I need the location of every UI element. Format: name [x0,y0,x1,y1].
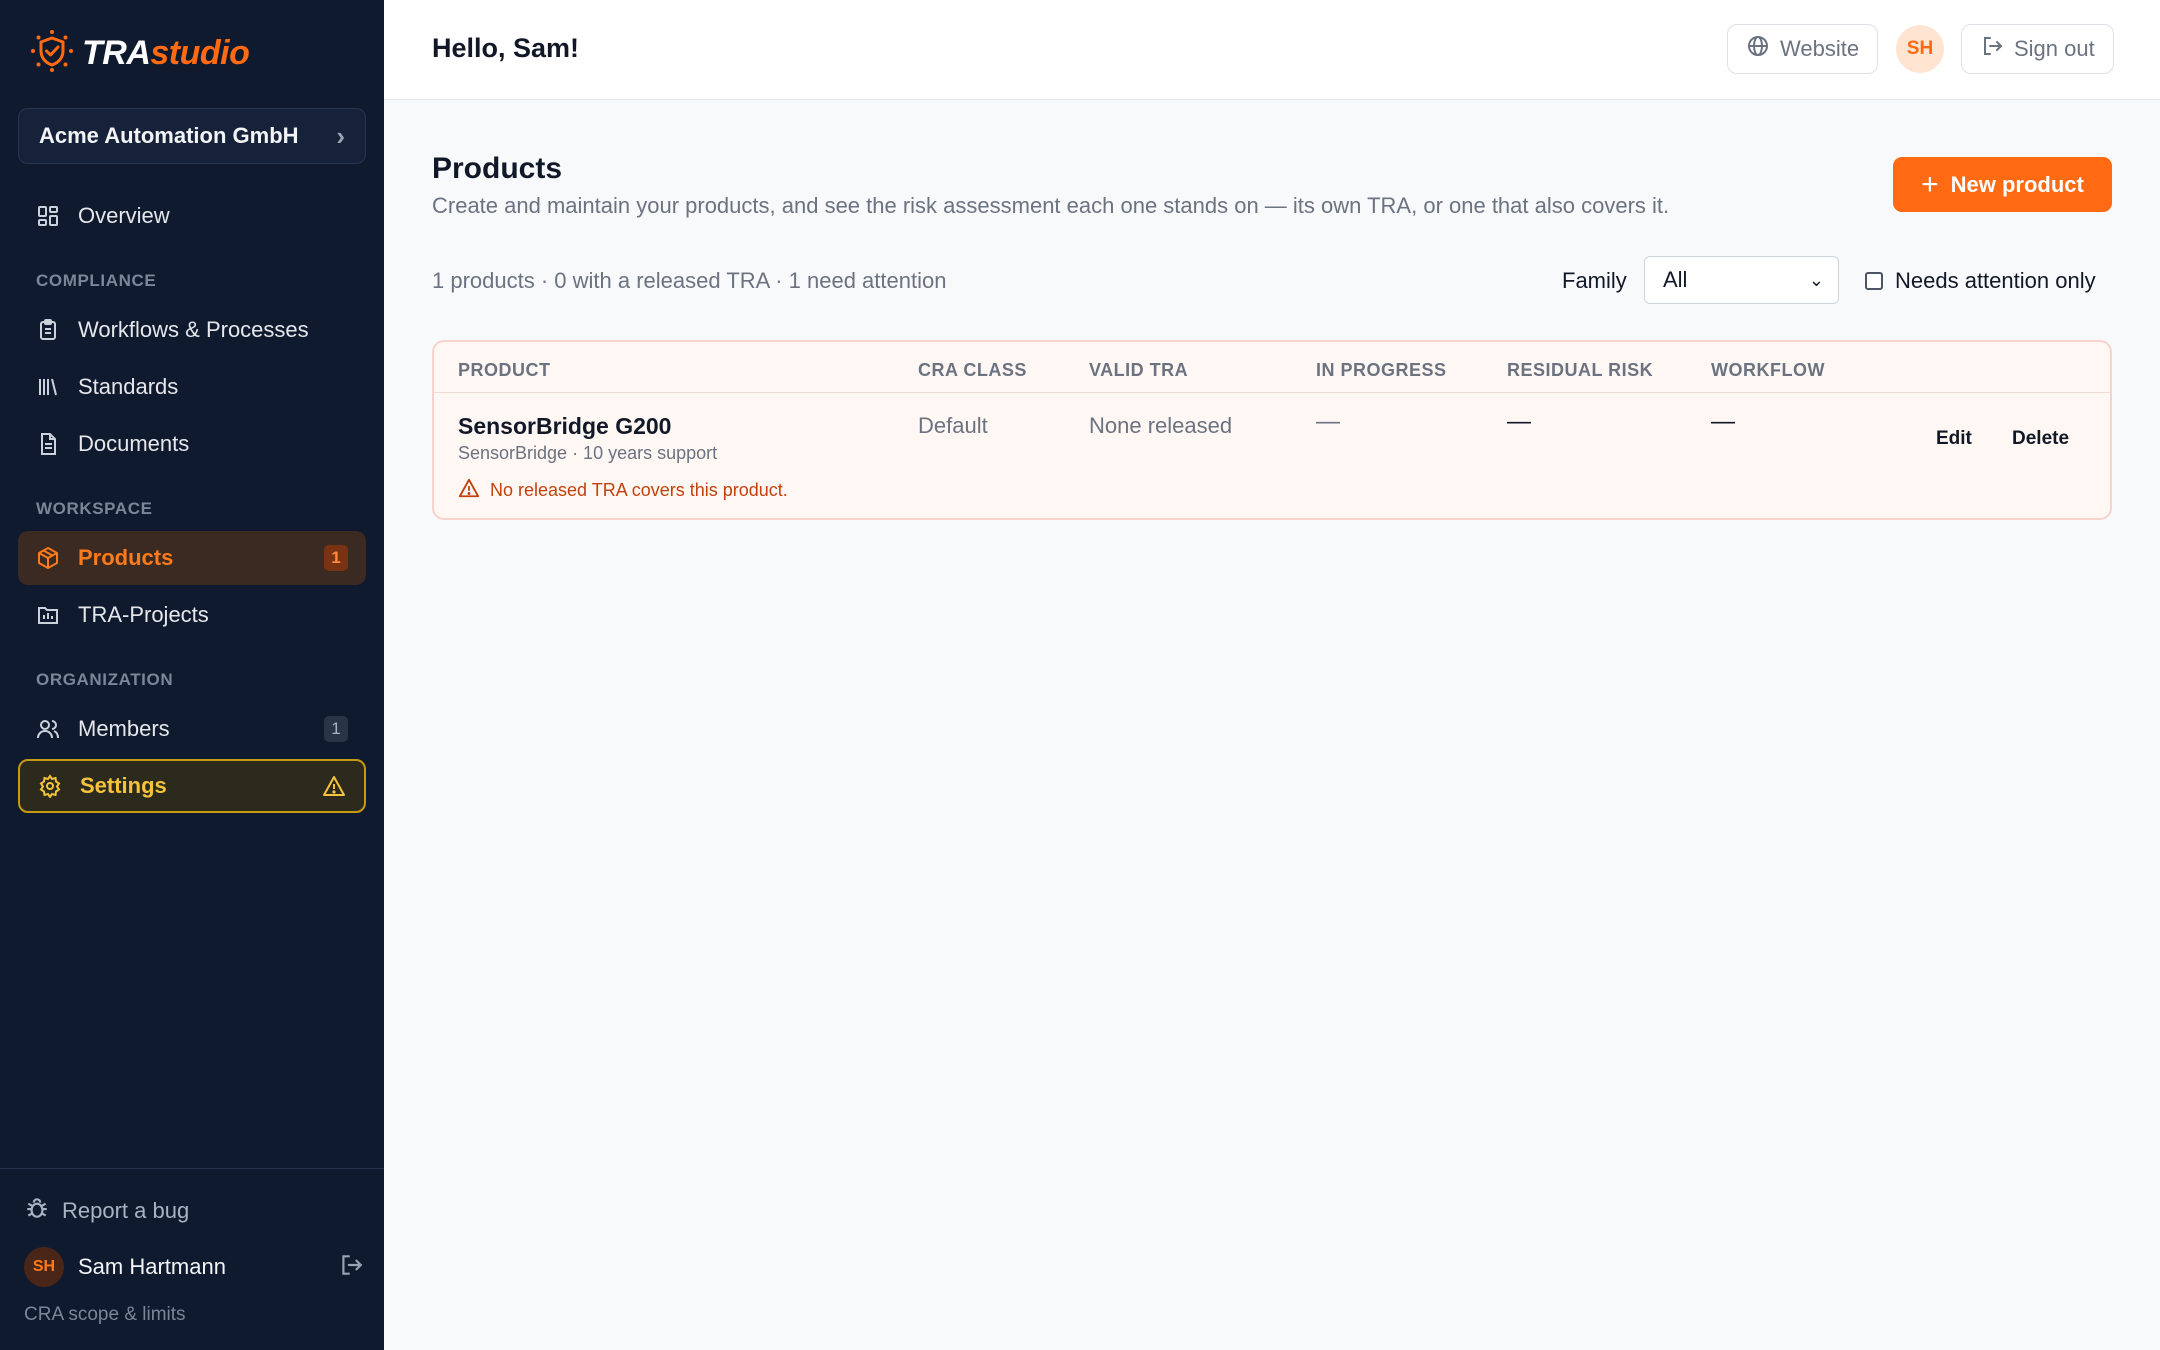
library-icon [36,375,60,399]
document-icon [36,432,60,456]
warning-icon [458,477,480,504]
current-user: SH Sam Hartmann [24,1246,364,1288]
column-header: PRODUCT [458,360,551,380]
website-button[interactable]: Website [1727,24,1879,74]
nav-tra-projects-label: TRA-Projects [78,602,209,627]
nav-documents-label: Documents [78,431,190,456]
nav-products[interactable]: Products 1 [18,531,366,585]
nav-overview-label: Overview [78,203,170,228]
sidebar-footer-divider [0,1168,384,1169]
nav-overview[interactable]: Overview [18,189,366,243]
column-header: CRA CLASS [918,360,1027,380]
residual-risk-cell: — [1507,408,1531,435]
chevron-right-icon: › [336,120,345,151]
edit-button[interactable]: Edit [1936,428,1972,450]
new-product-button[interactable]: + New product [1893,157,2112,212]
package-icon [36,546,60,570]
delete-button[interactable]: Delete [2012,428,2069,450]
avatar: SH [24,1247,64,1287]
product-subtitle: SensorBridge · 10 years support [458,443,718,463]
user-avatar[interactable]: SH [1896,25,1944,73]
products-count-badge: 1 [324,545,348,571]
clipboard-icon [36,318,60,342]
new-product-label: New product [1950,171,2084,197]
family-select-value: All [1663,267,1688,292]
logout-icon[interactable] [338,1252,364,1283]
page-title: Products [432,152,563,185]
nav-settings-label: Settings [80,773,167,798]
header-divider [434,392,2110,393]
dashboard-icon [36,204,60,228]
user-name: Sam Hartmann [78,1254,226,1279]
chevron-down-icon: ⌄ [1808,269,1824,290]
nav-section-workspace: WORKSPACE [36,499,153,518]
valid-tra-cell: None released [1089,413,1233,438]
needs-attention-label: Needs attention only [1895,268,2096,293]
bug-icon [24,1195,50,1227]
column-header: VALID TRA [1089,360,1189,380]
nav-standards[interactable]: Standards [18,360,366,414]
sign-out-label: Sign out [2014,36,2095,61]
logo[interactable]: TRAstudio [30,29,250,78]
column-header: RESIDUAL RISK [1507,360,1654,380]
products-table: PRODUCT CRA CLASS VALID TRA IN PROGRESS … [432,340,2112,520]
cra-scope-link[interactable]: CRA scope & limits [24,1304,186,1326]
product-warning: No released TRA covers this product. [458,477,788,504]
sign-out-icon [1980,34,2004,64]
warning-icon [322,774,346,798]
gear-icon [38,774,62,798]
folder-chart-icon [36,603,60,627]
website-label: Website [1780,36,1860,61]
members-count-badge: 1 [324,716,348,742]
family-filter-label: Family [1562,268,1627,293]
nav-section-compliance: COMPLIANCE [36,271,157,290]
needs-attention-checkbox[interactable] [1865,272,1883,290]
in-progress-cell: — [1316,408,1340,435]
org-name: Acme Automation GmbH [39,123,299,148]
report-bug-label: Report a bug [62,1198,190,1223]
cra-class-cell: Default [918,413,988,438]
nav-tra-projects[interactable]: TRA-Projects [18,588,366,642]
nav-settings[interactable]: Settings [18,759,366,813]
shield-logo-icon [30,29,74,78]
workflow-cell: — [1711,408,1735,435]
nav-standards-label: Standards [78,374,179,399]
nav-workflows-label: Workflows & Processes [78,317,309,342]
product-warning-text: No released TRA covers this product. [490,480,788,500]
nav-members[interactable]: Members 1 [18,702,366,756]
report-bug-link[interactable]: Report a bug [24,1195,189,1227]
nav-section-organization: ORGANIZATION [36,670,174,689]
sidebar: TRAstudio Acme Automation GmbH › Overvie… [0,0,384,1350]
greeting: Hello, Sam! [432,33,580,63]
org-switcher[interactable]: Acme Automation GmbH › [18,108,366,164]
sign-out-button[interactable]: Sign out [1961,24,2114,74]
brand-name: TRAstudio [82,33,250,72]
globe-icon [1746,34,1770,64]
products-summary: 1 products · 0 with a released TRA · 1 n… [432,268,947,293]
nav-workflows[interactable]: Workflows & Processes [18,303,366,357]
users-icon [36,717,60,741]
product-name[interactable]: SensorBridge G200 [458,413,671,440]
column-header: IN PROGRESS [1316,360,1447,380]
page-description: Create and maintain your products, and s… [432,193,1670,218]
nav-members-label: Members [78,716,170,741]
plus-icon: + [1921,167,1939,201]
family-select[interactable]: All ⌄ [1644,256,1839,304]
nav-products-label: Products [78,545,174,570]
nav-documents[interactable]: Documents [18,417,366,471]
needs-attention-filter[interactable]: Needs attention only [1865,268,2096,294]
top-bar: Hello, Sam! Website SH Sign out [384,0,2160,100]
column-header: WORKFLOW [1711,360,1825,380]
